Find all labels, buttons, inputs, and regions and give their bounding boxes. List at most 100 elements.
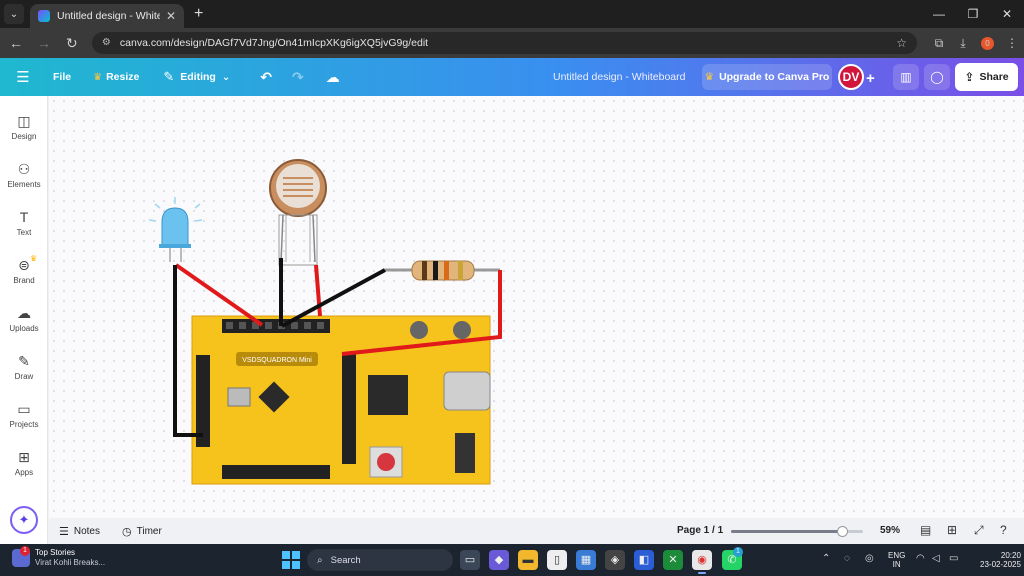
editing-mode-dropdown[interactable]: ✎ Editing ⌄ [163,69,230,85]
pages-grid-icon[interactable]: ⊞ [947,523,957,537]
fullscreen-icon[interactable]: ⤢ [974,523,984,538]
bookmark-star-icon[interactable]: ☆ [896,36,907,50]
comment-icon[interactable]: ◯ [924,64,950,90]
notes-button[interactable]: ☰ Notes [59,525,100,538]
wifi-icon[interactable]: ◠ [916,553,925,564]
chevron-down-icon: ⌄ [221,71,231,83]
magic-sparkle-button[interactable]: ✦ [10,506,38,534]
redo-icon[interactable]: ↷ [292,69,304,86]
sidebar-item-label: Draw [14,372,34,381]
extensions-icon[interactable]: ⧉ [927,36,951,51]
language-indicator[interactable]: ENG IN [888,551,905,569]
circuit-diagram[interactable]: VSDSQUADRON Mini [49,96,1024,518]
whiteboard-canvas[interactable]: VSDSQUADRON Mini [49,96,1024,518]
brand-icon: ⊜ [18,257,30,273]
window-controls: — ❐ ✕ [922,0,1024,28]
visual-studio-icon[interactable]: ◧ [634,550,654,570]
download-icon[interactable]: ⤓ [951,36,975,51]
forward-icon[interactable]: → [32,35,56,51]
restore-icon[interactable]: ❐ [956,0,990,28]
sidebar-item-projects[interactable]: ▭ Projects [0,400,48,429]
show-hidden-icons-icon[interactable]: ⌃ [822,553,830,564]
undo-icon[interactable]: ↶ [260,69,272,86]
battery-icon[interactable]: ▭ [949,553,958,564]
sidebar-item-brand[interactable]: ⊜ ♛ Brand [0,254,48,285]
sidebar-item-uploads[interactable]: ☁ Uploads [0,304,48,333]
windows-taskbar: 1 Top Stories Virat Kohli Breaks... ⌕ Se… [0,544,1024,576]
add-collaborator-icon[interactable]: + [866,70,875,87]
help-icon[interactable]: ? [1000,523,1007,537]
sidebar-item-text[interactable]: T Text [0,208,48,237]
sidebar-item-apps[interactable]: ⊞ Apps [0,448,48,477]
task-view-icon[interactable]: ▭ [460,550,480,570]
main-menu-icon[interactable]: ☰ [8,68,38,86]
new-tab-button[interactable]: + [194,5,203,23]
board-label: VSDSQUADRON Mini [242,357,312,364]
taskbar-search[interactable]: ⌕ Search [307,549,453,571]
back-icon[interactable]: ← [4,35,28,51]
xbox-icon[interactable]: ✕ [663,550,683,570]
tray-app-icon-2[interactable]: ◎ [865,553,874,564]
reload-icon[interactable]: ↻ [60,35,84,52]
site-info-icon[interactable]: ⚙ [102,37,114,49]
news-widget[interactable]: 1 Top Stories Virat Kohli Breaks... [12,546,105,568]
zoom-slider-fill [731,530,842,533]
sidebar-item-label: Apps [14,468,34,477]
url-text[interactable]: canva.com/design/DAGf7Vd7Jng/On41mIcpXKg… [120,37,896,49]
user-avatar[interactable]: DV [838,64,864,90]
volume-icon[interactable]: ◁ [932,553,940,564]
notepad-icon[interactable]: ▯ [547,550,567,570]
canva-toolbar: ☰ File ♛ Resize ✎ Editing ⌄ ↶ ↷ ☁ Untitl… [0,58,1024,96]
design-icon: ◫ [17,113,31,129]
zoom-slider[interactable] [731,526,863,537]
led-component[interactable] [148,197,203,262]
timer-button[interactable]: ◷ Timer [122,525,162,538]
sidebar-item-draw[interactable]: ✎ Draw [0,352,48,381]
page-counter[interactable]: Page 1 / 1 [677,525,723,536]
zoom-slider-handle[interactable] [837,526,848,537]
store-icon[interactable]: ▦ [576,550,596,570]
sidebar-item-design[interactable]: ◫ Design [0,112,48,141]
clock-time: 20:20 [1000,551,1021,560]
resize-label: Resize [106,71,140,83]
cloud-sync-icon[interactable]: ☁ [326,69,340,86]
projects-icon: ▭ [17,401,31,417]
chrome-icon[interactable]: ◉ [692,550,712,570]
share-label: Share [979,71,1009,83]
app-icon[interactable]: ◈ [605,550,625,570]
insights-chart-icon[interactable]: ▥ [893,64,919,90]
windows-start-icon[interactable] [282,551,300,569]
browser-menu-icon[interactable]: ⋮ [1000,36,1024,50]
document-title[interactable]: Untitled design - Whiteboard [553,71,686,83]
zoom-percentage[interactable]: 59% [880,525,900,536]
crown-icon: ♛ [30,254,38,263]
sidebar-item-elements[interactable]: ⚇ Elements [0,160,48,189]
sidebar-item-label: Design [11,132,37,141]
sidebar-item-label: Projects [9,420,39,429]
notes-icon: ☰ [59,525,69,538]
share-button[interactable]: ⇪ Share [955,63,1018,91]
browser-tab[interactable]: Untitled design - Whiteboard ✕ [30,4,184,28]
whatsapp-badge: 1 [733,547,743,557]
news-title: Top Stories [35,548,76,557]
language-code: ENG [888,551,906,560]
system-clock[interactable]: 20:20 23-02-2025 [980,551,1021,569]
copilot-icon[interactable]: ◆ [489,550,509,570]
close-window-icon[interactable]: ✕ [990,0,1024,28]
ldr-photoresistor-component[interactable] [269,159,327,266]
address-bar[interactable]: ⚙ canva.com/design/DAGf7Vd7Jng/On41mIcpX… [91,32,917,54]
tab-search-menu-icon[interactable]: ⌄ [4,4,24,24]
resistor-component[interactable] [385,260,500,281]
file-menu-button[interactable]: File [53,71,71,83]
uploads-icon: ☁ [17,305,31,321]
resize-button[interactable]: ♛ Resize [93,71,139,83]
apps-icon: ⊞ [18,449,30,465]
upgrade-button[interactable]: ♛ Upgrade to Canva Pro [702,64,832,90]
grid-view-icon[interactable]: ▤ [920,523,931,537]
minimize-icon[interactable]: — [922,0,956,28]
active-app-indicator [698,572,706,574]
file-explorer-icon[interactable]: ▬ [518,550,538,570]
tab-close-icon[interactable]: ✕ [166,9,176,23]
profile-avatar[interactable]: 0 [980,36,994,50]
tray-app-icon[interactable]: ◌ [844,553,850,564]
